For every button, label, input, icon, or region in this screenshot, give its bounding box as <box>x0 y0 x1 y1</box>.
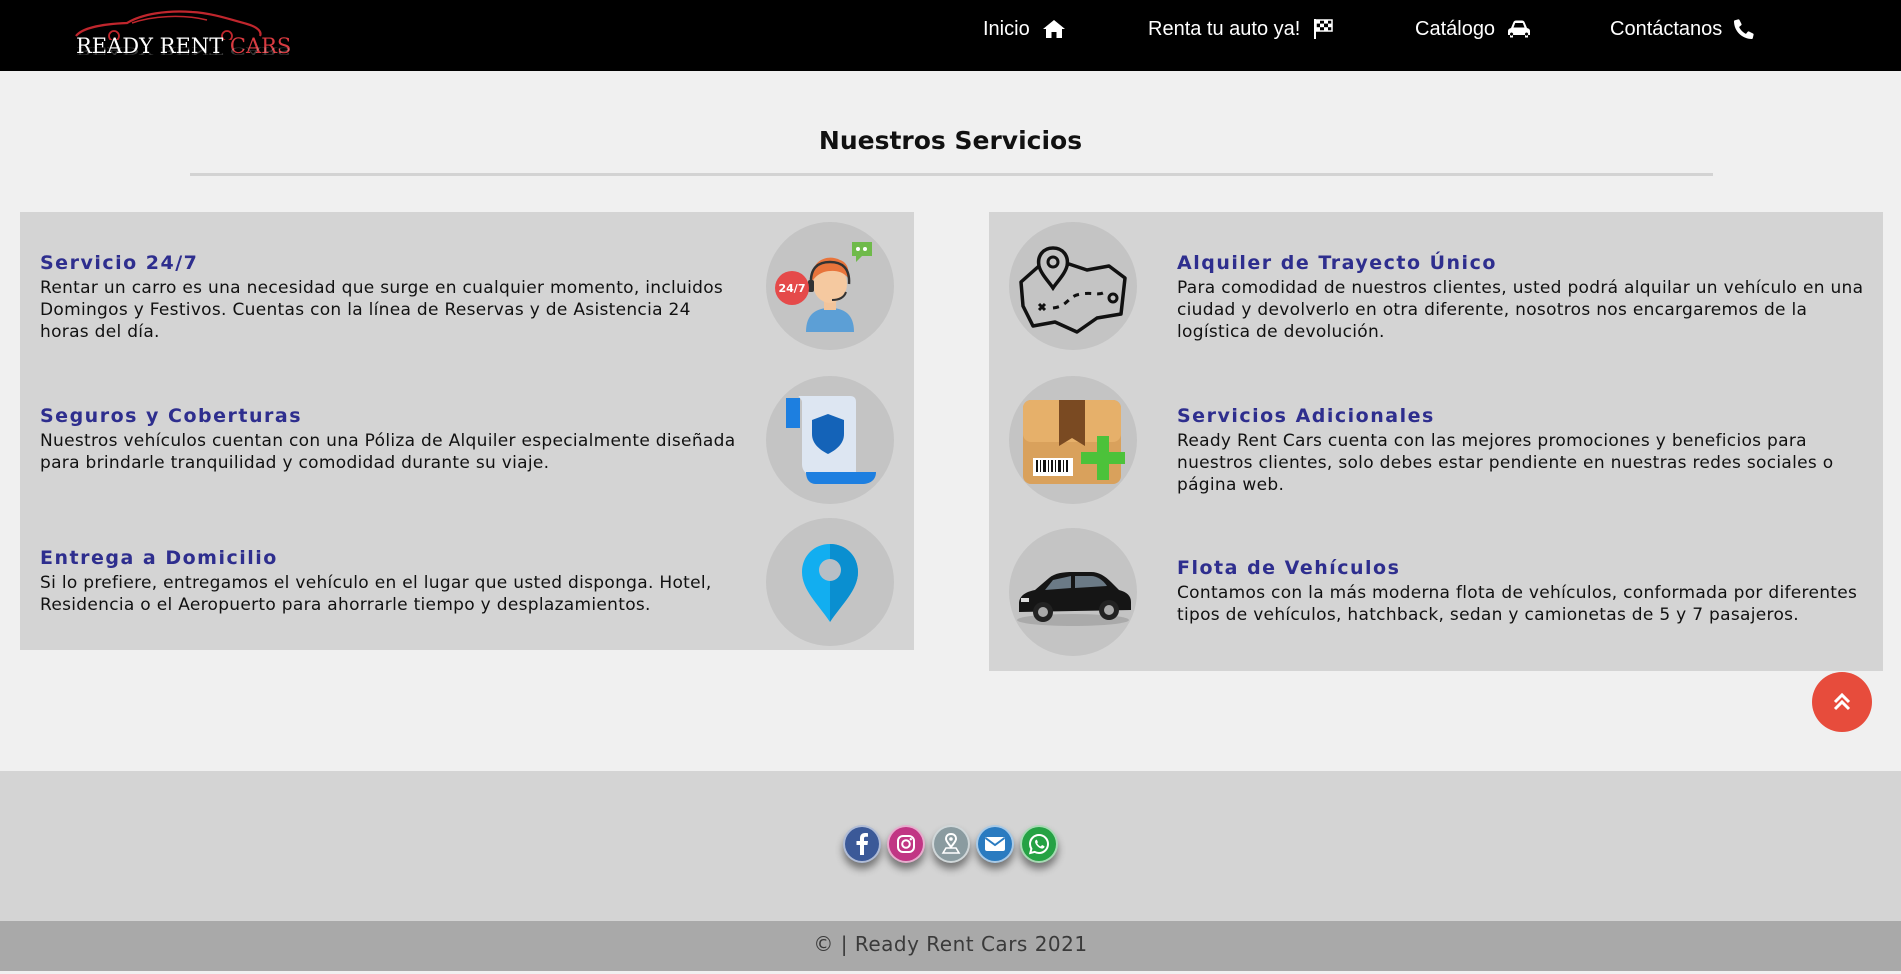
service-24-7: Servicio 24/7 Rentar un carro es una nec… <box>40 252 740 343</box>
package-add-icon <box>1009 376 1137 504</box>
support-agent-icon: 24/7 <box>766 222 894 350</box>
service-title: Seguros y Coberturas <box>40 405 303 427</box>
home-icon <box>1042 20 1065 38</box>
phone-icon <box>1734 19 1754 39</box>
service-title: Flota de Vehículos <box>1177 557 1401 579</box>
logo[interactable]: READY RENT CARS READY RENT CARS <box>72 6 291 64</box>
title-divider <box>190 173 1713 176</box>
service-trayecto-unico: Alquiler de Trayecto Único Para comodida… <box>1177 252 1867 343</box>
service-description: Ready Rent Cars cuenta con las mejores p… <box>1177 431 1834 495</box>
instagram-icon[interactable] <box>887 825 925 863</box>
back-to-top-button[interactable] <box>1812 672 1872 732</box>
facebook-icon[interactable] <box>843 825 881 863</box>
nav-catalogo[interactable]: Catálogo <box>1415 14 1531 44</box>
service-title: Servicios Adicionales <box>1177 405 1435 427</box>
insurance-shield-icon <box>766 376 894 504</box>
whatsapp-icon[interactable] <box>1020 825 1058 863</box>
service-title: Entrega a Domicilio <box>40 547 278 569</box>
nav-renta-label: Renta tu auto ya! <box>1148 17 1301 40</box>
page-title: Nuestros Servicios <box>818 126 1083 155</box>
service-description: Para comodidad de nuestros clientes, ust… <box>1177 278 1864 342</box>
nav-contactanos-label: Contáctanos <box>1610 17 1723 40</box>
service-description: Si lo prefiere, entregamos el vehículo e… <box>40 573 712 615</box>
service-entrega: Entrega a Domicilio Si lo prefiere, entr… <box>40 547 780 616</box>
svg-text:24/7: 24/7 <box>779 282 806 295</box>
logo-reflection: READY RENT CARS <box>76 45 292 57</box>
nav-renta[interactable]: Renta tu auto ya! <box>1148 14 1334 44</box>
nav-contactanos[interactable]: Contáctanos <box>1610 14 1754 44</box>
service-adicionales: Servicios Adicionales Ready Rent Cars cu… <box>1177 405 1867 496</box>
route-map-icon <box>1009 222 1137 350</box>
nav-inicio-label: Inicio <box>983 17 1030 40</box>
service-description: Contamos con la más moderna flota de veh… <box>1177 583 1858 625</box>
chevron-double-up-icon <box>1833 692 1851 711</box>
flag-checkered-icon <box>1314 19 1334 39</box>
sedan-car-icon <box>1009 528 1137 656</box>
navbar: READY RENT CARS READY RENT CARS Inicio R… <box>0 0 1901 71</box>
service-title: Servicio 24/7 <box>40 252 199 274</box>
service-title: Alquiler de Trayecto Único <box>1177 252 1497 274</box>
service-flota: Flota de Vehículos Contamos con la más m… <box>1177 557 1867 626</box>
car-icon <box>1508 20 1531 38</box>
email-icon[interactable] <box>976 825 1014 863</box>
nav-catalogo-label: Catálogo <box>1415 17 1496 40</box>
service-description: Rentar un carro es una necesidad que sur… <box>40 278 724 342</box>
services-panel-left: Servicio 24/7 Rentar un carro es una nec… <box>20 212 914 650</box>
services-panel-right: Alquiler de Trayecto Único Para comodida… <box>989 212 1883 671</box>
service-seguros: Seguros y Coberturas Nuestros vehículos … <box>40 405 740 474</box>
nav-inicio[interactable]: Inicio <box>983 14 1066 44</box>
location-pin-icon <box>766 518 894 646</box>
service-description: Nuestros vehículos cuentan con una Póliz… <box>40 431 736 473</box>
copyright: © | Ready Rent Cars 2021 <box>0 921 1901 971</box>
map-location-icon[interactable] <box>932 825 970 863</box>
